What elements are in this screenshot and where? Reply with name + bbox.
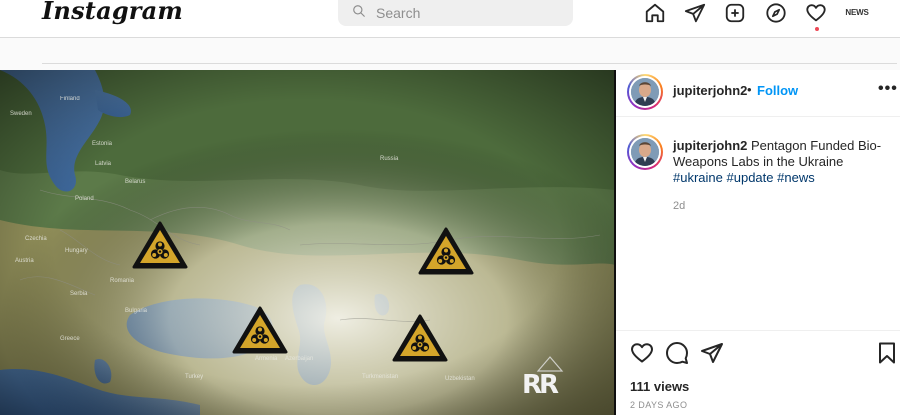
post-media-image[interactable]: Estonia Latvia Belarus Poland Czechia Au… — [0, 70, 615, 415]
notification-dot — [815, 27, 819, 31]
map-label: Sweden — [10, 111, 32, 117]
home-icon[interactable] — [642, 0, 668, 26]
map-label: Belarus — [125, 179, 145, 185]
map-label: Turkmenistan — [362, 374, 398, 380]
caption-username[interactable]: jupiterjohn2 — [673, 138, 747, 153]
like-heart-icon[interactable] — [630, 341, 654, 365]
hashtag-link[interactable]: #ukraine — [673, 170, 723, 185]
top-navbar: Instagram NEWS — [0, 0, 900, 38]
post-author-username[interactable]: jupiterjohn2 — [673, 83, 747, 98]
map-label: Turkey — [185, 374, 203, 380]
profile-avatar-badge: NEWS — [845, 7, 869, 17]
hashtag-link[interactable]: #news — [777, 170, 815, 185]
share-icon[interactable] — [700, 341, 724, 365]
post-date[interactable]: 2 DAYS AGO — [630, 400, 687, 410]
more-options-icon[interactable]: ••• — [878, 80, 898, 98]
header-separator: • — [747, 82, 752, 97]
instagram-logo[interactable]: Instagram — [42, 0, 183, 25]
map-label: Estonia — [92, 141, 113, 147]
map-label: Uzbekistan — [445, 376, 475, 382]
map-label: Austria — [15, 258, 34, 264]
map-label: Serbia — [70, 291, 88, 297]
map-label: Armenia — [255, 356, 278, 362]
post-actions: 111 views 2 DAYS AGO — [616, 330, 900, 415]
map-label: Romania — [110, 278, 135, 284]
search-input[interactable] — [376, 5, 556, 21]
direct-icon[interactable] — [682, 0, 708, 26]
search-icon — [352, 4, 366, 23]
author-portrait-icon — [631, 78, 659, 106]
map-label: Hungary — [65, 248, 88, 254]
profile-avatar[interactable]: NEWS — [845, 2, 869, 22]
strip-divider — [42, 63, 897, 64]
map-image: Estonia Latvia Belarus Poland Czechia Au… — [0, 70, 615, 415]
new-post-icon[interactable] — [722, 0, 748, 26]
map-label: Russia — [380, 156, 399, 162]
watermark-text: RR — [522, 370, 559, 400]
post-header: jupiterjohn2 • Follow ••• — [616, 70, 900, 117]
map-label: Czechia — [25, 236, 47, 242]
explore-icon[interactable] — [763, 0, 789, 26]
map-label: Greece — [60, 336, 80, 342]
follow-button[interactable]: Follow — [757, 83, 798, 98]
map-label: Latvia — [95, 161, 112, 167]
save-bookmark-icon[interactable] — [875, 341, 899, 365]
search-bar[interactable] — [338, 0, 573, 26]
map-label: Poland — [75, 196, 94, 202]
view-count[interactable]: 111 views — [630, 379, 689, 394]
post-side-panel: jupiterjohn2 • Follow ••• jupiterjohn2 P… — [616, 70, 900, 415]
author-portrait-icon — [631, 138, 659, 166]
comment-icon[interactable] — [665, 341, 689, 365]
caption-author-avatar[interactable] — [627, 134, 663, 170]
post-caption: jupiterjohn2 Pentagon Funded Bio-Weapons… — [673, 138, 883, 186]
map-label: Azerbaijan — [285, 356, 313, 362]
caption-timestamp[interactable]: 2d — [673, 200, 685, 212]
stories-strip — [0, 38, 900, 64]
author-avatar[interactable] — [627, 74, 663, 110]
activity-heart-icon[interactable] — [803, 0, 829, 26]
hashtag-link[interactable]: #update — [727, 170, 774, 185]
map-label: Finland — [60, 96, 80, 102]
map-label: Bulgaria — [125, 308, 148, 314]
